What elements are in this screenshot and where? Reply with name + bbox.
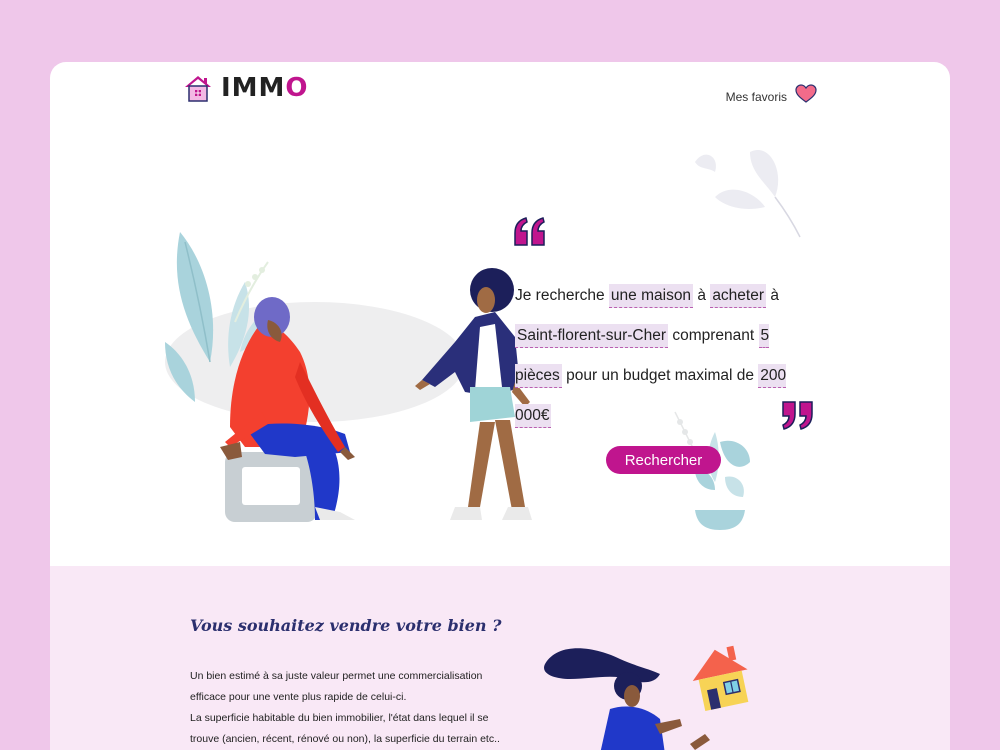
logo-text-accent: O [285,73,309,103]
search-button[interactable]: Rechercher [606,446,721,474]
hero-illustration [150,202,550,537]
logo-text-main: IMM [221,73,286,103]
sell-paragraph: Un bien estimé à sa juste valeur permet … [190,666,500,750]
logo[interactable]: IMMO [183,72,309,104]
sell-paragraph-line-2: La superficie habitable du bien immobili… [190,712,500,745]
heart-icon [795,84,817,109]
city-field[interactable]: Saint-florent-sur-Cher [515,324,669,348]
transaction-field[interactable]: acheter [710,284,767,308]
sentence-connector-3: comprenant [672,327,755,344]
decorative-leaves-top [690,142,810,247]
sell-paragraph-line-1: Un bien estimé à sa juste valeur permet … [190,670,483,703]
sentence-connector-4: pour un budget maximal de [566,367,754,384]
logo-text: IMMO [221,72,309,104]
property-type-field[interactable]: une maison [608,284,694,308]
sell-section: Vous souhaitez vendre votre bien ? Un bi… [50,566,950,750]
house-logo-icon [183,73,213,103]
sell-title: Vous souhaitez vendre votre bien ? [190,616,502,635]
open-quote-icon [513,217,547,252]
sentence-prefix: Je recherche [515,287,605,304]
page-card: IMMO Mes favoris Je recherche une maison… [50,62,950,750]
favorites-link[interactable]: Mes favoris [726,84,817,109]
favorites-label: Mes favoris [725,89,787,104]
sentence-connector-1: à [697,287,706,304]
sentence-connector-2: à [770,287,779,304]
sell-illustration [540,644,750,750]
